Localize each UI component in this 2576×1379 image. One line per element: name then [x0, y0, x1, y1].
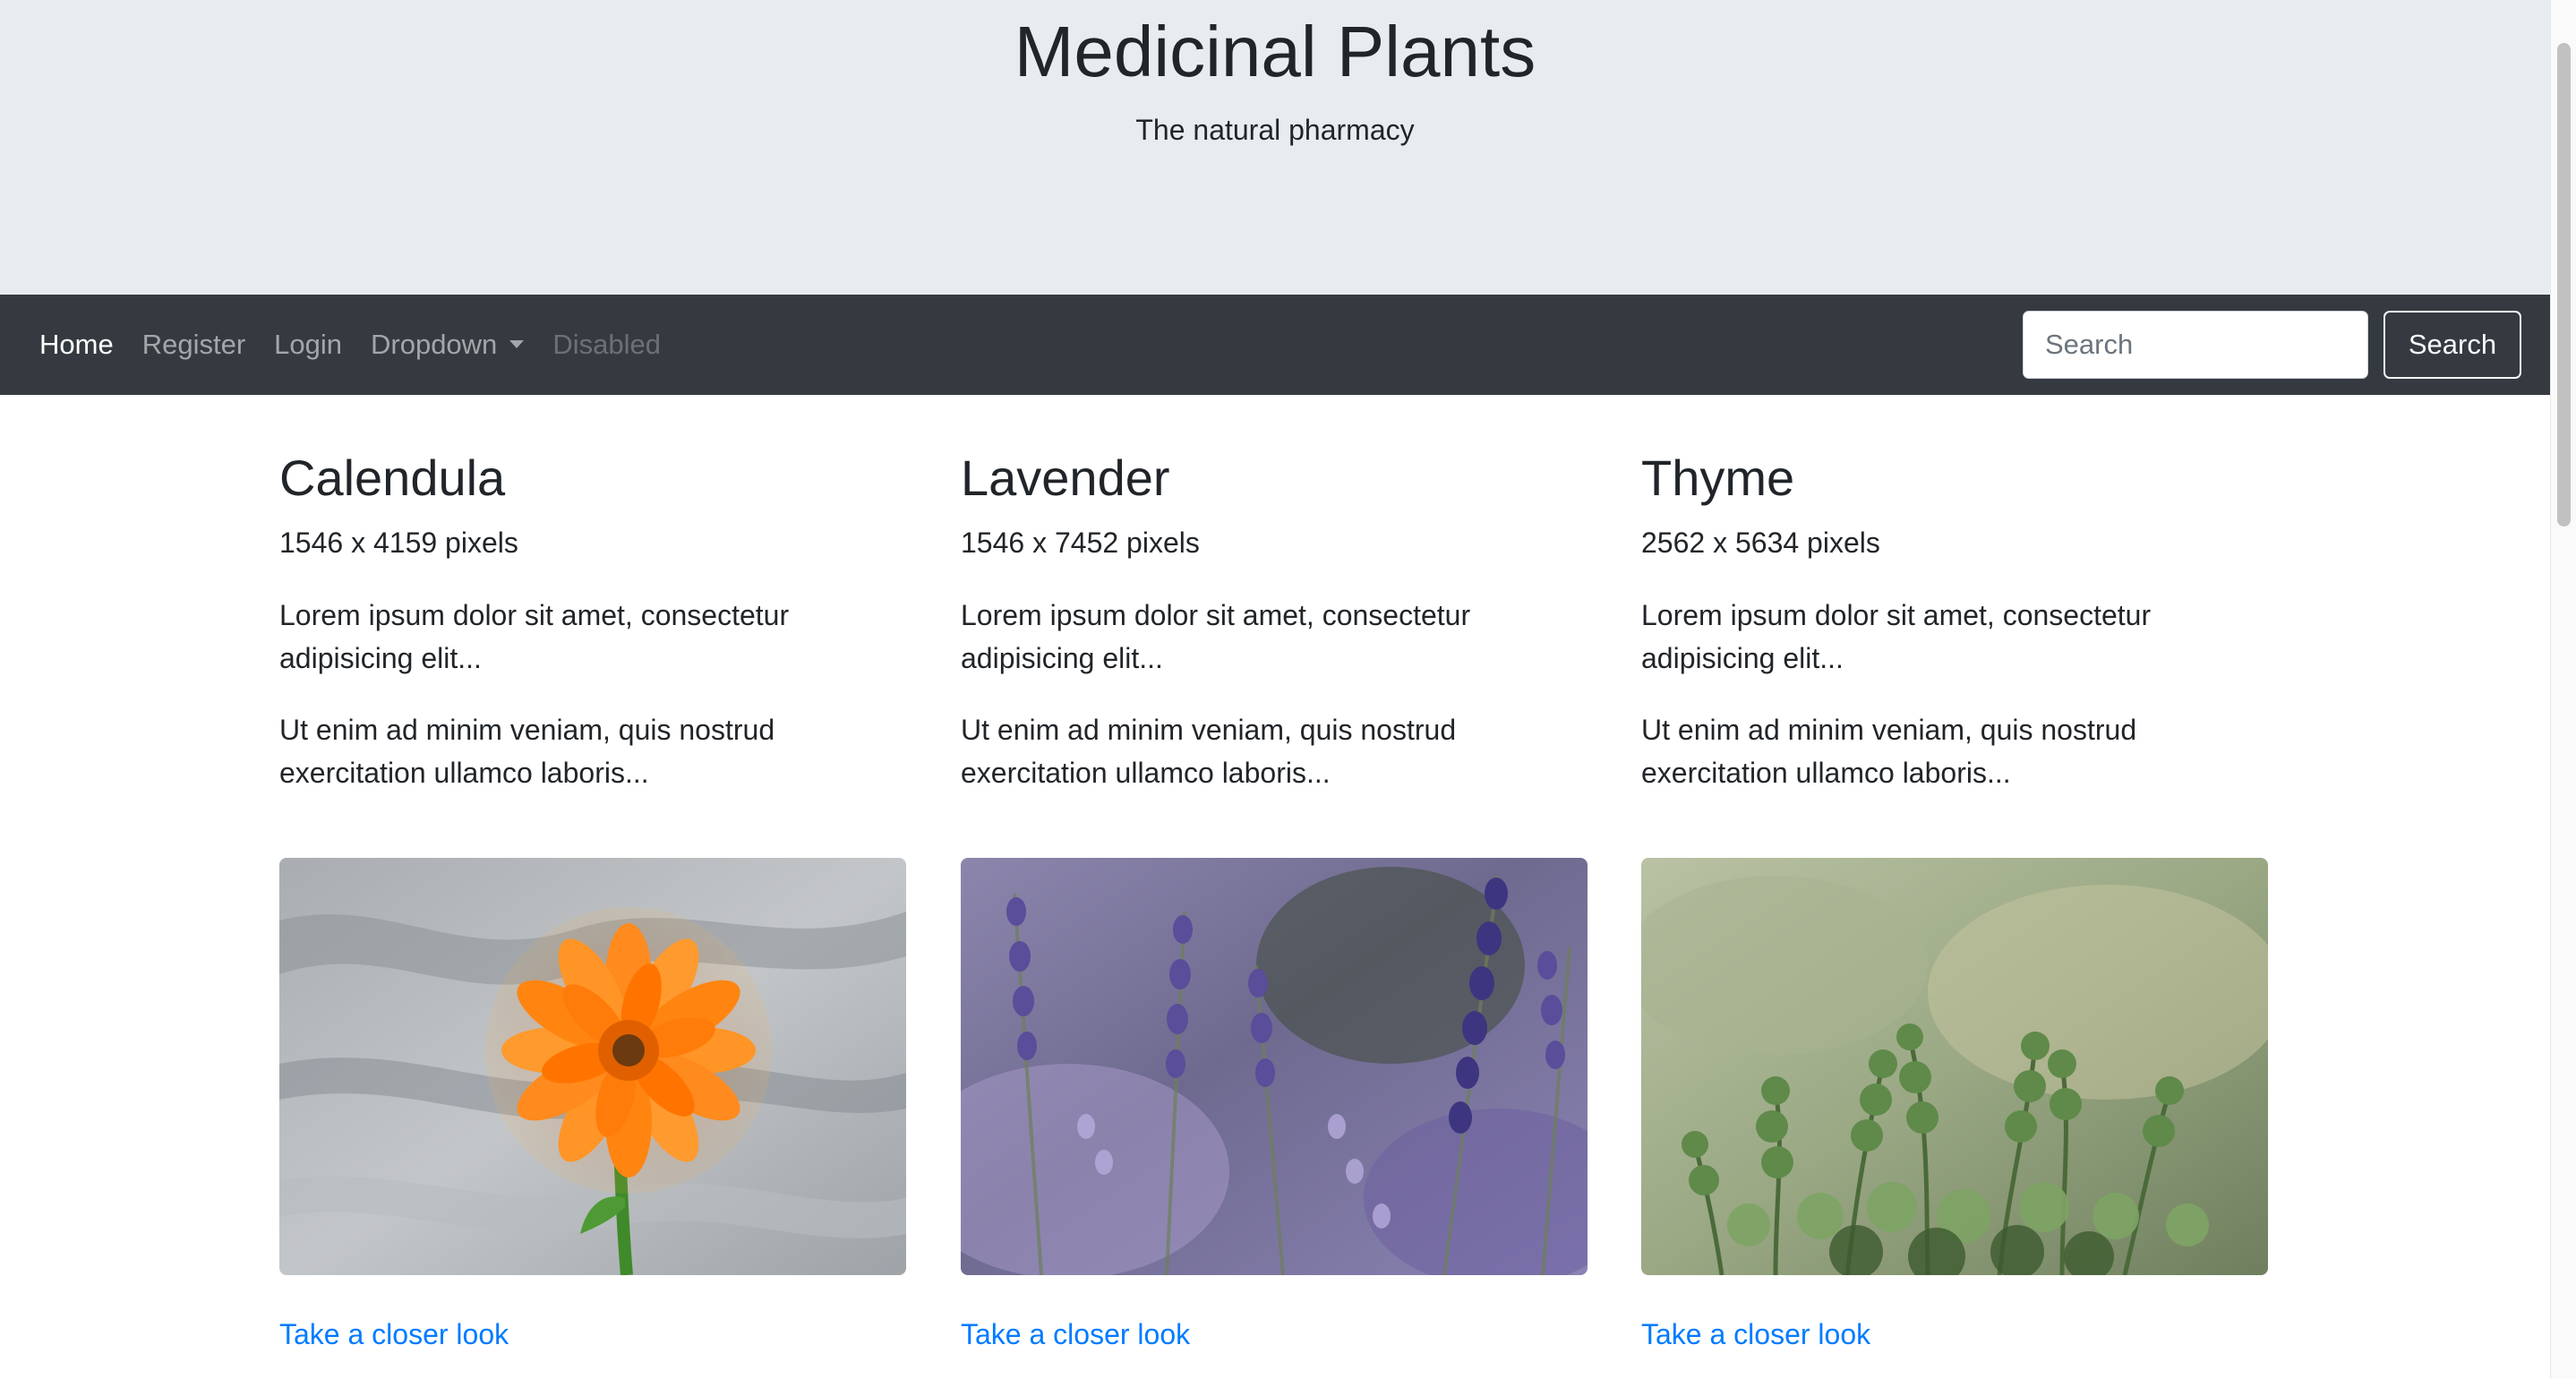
- calendula-image: [279, 858, 906, 1275]
- nav-link-login[interactable]: Login: [260, 295, 356, 395]
- card-title: Lavender: [961, 450, 1170, 506]
- card-link-closer-look[interactable]: Take a closer look: [961, 1314, 1190, 1355]
- card-text-detail: Ut enim ad minim veniam, quis nostrud ex…: [961, 714, 1457, 789]
- scrollbar-thumb[interactable]: [2557, 43, 2571, 527]
- vertical-scrollbar[interactable]: [2550, 0, 2576, 1379]
- nav-dropdown-toggle[interactable]: Dropdown: [356, 295, 538, 395]
- thyme-image: [1641, 858, 2268, 1275]
- card-link-closer-look[interactable]: Take a closer look: [279, 1314, 509, 1355]
- search-form: Search: [2023, 311, 2521, 379]
- search-input[interactable]: [2023, 311, 2368, 379]
- site-title: Medicinal Plants: [1014, 12, 1536, 91]
- site-tagline: The natural pharmacy: [1135, 114, 1415, 146]
- card-text-detail: Ut enim ad minim veniam, quis nostrud ex…: [279, 714, 775, 789]
- nav-link-home[interactable]: Home: [25, 295, 128, 395]
- nav-link-disabled: Disabled: [552, 329, 661, 360]
- card-text-intro: Lorem ipsum dolor sit amet, consectetur …: [961, 599, 1471, 674]
- card-image-size: 2562 x 5634 pixels: [1641, 527, 1880, 559]
- search-button[interactable]: Search: [2383, 311, 2521, 379]
- card-text-detail: Ut enim ad minim veniam, quis nostrud ex…: [1641, 714, 2137, 789]
- main-navbar: Home Register Login Dropdown Disabled Se…: [0, 295, 2550, 395]
- card-link-closer-look[interactable]: Take a closer look: [1641, 1314, 1870, 1355]
- nav-dropdown-label: Dropdown: [371, 329, 498, 360]
- card-title: Thyme: [1641, 450, 1795, 506]
- card-image-size: 1546 x 4159 pixels: [279, 527, 518, 559]
- jumbotron-header: Medicinal Plants The natural pharmacy: [0, 0, 2550, 295]
- card-title: Calendula: [279, 450, 506, 506]
- card-text-intro: Lorem ipsum dolor sit amet, consectetur …: [1641, 599, 2152, 674]
- card-text-intro: Lorem ipsum dolor sit amet, consectetur …: [279, 599, 790, 674]
- lavender-image: [961, 858, 1588, 1275]
- nav-links: Home Register Login Dropdown Disabled: [25, 295, 675, 395]
- card-image-size: 1546 x 7452 pixels: [961, 527, 1200, 559]
- page: Medicinal Plants The natural pharmacy Ho…: [0, 0, 2550, 1379]
- nav-link-register[interactable]: Register: [128, 295, 260, 395]
- caret-down-icon: [509, 340, 525, 348]
